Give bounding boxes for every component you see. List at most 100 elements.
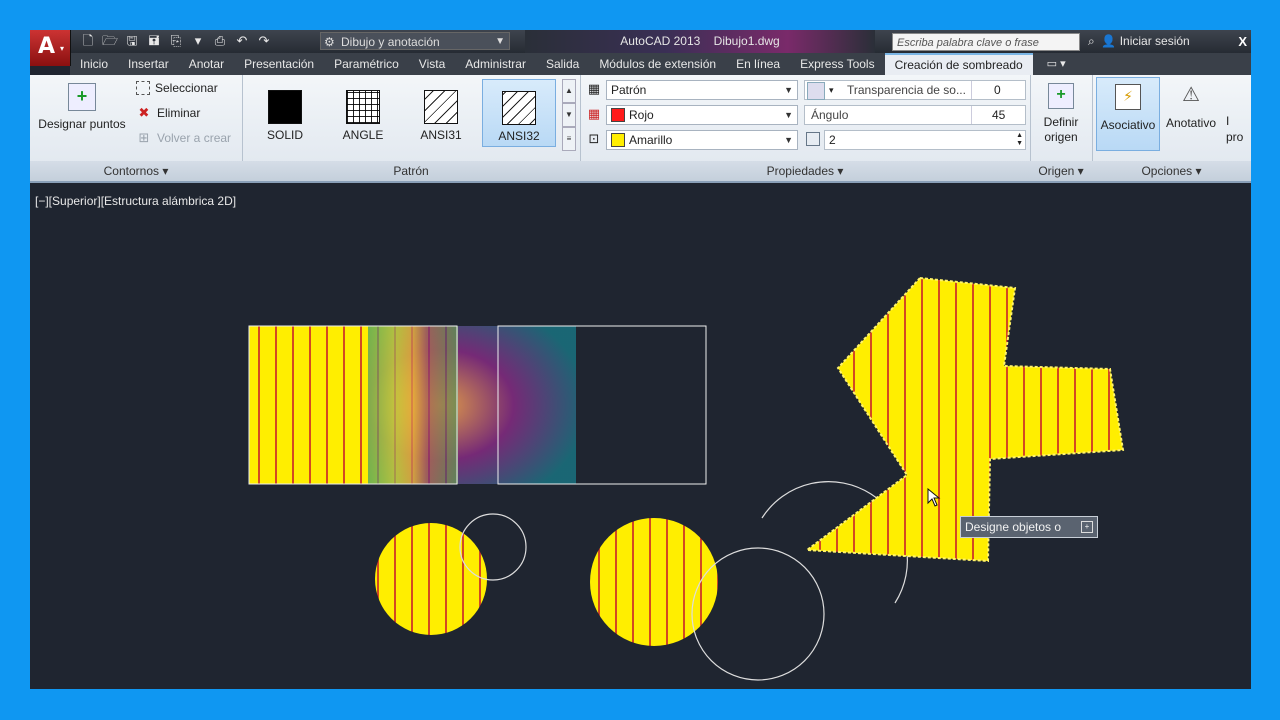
designar-puntos-button[interactable]: + Designar puntos xyxy=(34,83,130,131)
background-color-select[interactable]: Amarillo ▼ xyxy=(606,130,798,150)
search-input[interactable]: Escriba palabra clave o frase xyxy=(892,33,1080,51)
angle-swatch-icon xyxy=(346,90,380,124)
origen-panel-title[interactable]: Origen ▾ xyxy=(1030,161,1092,181)
panel-patron: SOLID ANGLE ANSI31 ANSI32 ▲ ▼ ≡ Patrón xyxy=(242,75,581,181)
seleccionar-button[interactable]: Seleccionar xyxy=(136,78,218,98)
pattern-label: ANGLE xyxy=(342,128,384,142)
undo-icon[interactable]: ↶ xyxy=(234,33,250,49)
sign-in-button[interactable]: ⌕ 👤 Iniciar sesión xyxy=(1088,30,1190,53)
publish-icon[interactable]: ⎘ xyxy=(168,33,184,49)
hatched-circle[interactable] xyxy=(375,523,487,635)
contornos-panel-title[interactable]: Contornos ▾ xyxy=(30,161,242,181)
chevron-down-icon: ▼ xyxy=(784,85,793,95)
chevron-down-icon: ▼ xyxy=(784,110,793,120)
pattern-label: ANSI32 xyxy=(498,129,540,143)
tab-creacion-sombreado[interactable]: Creación de sombreado xyxy=(884,53,1033,75)
propiedades-panel-title[interactable]: Propiedades ▾ xyxy=(580,161,1030,181)
anotativo-button[interactable]: ⚠ Anotativo xyxy=(1162,77,1220,130)
volver-a-crear-button[interactable]: ⊞ Volver a crear xyxy=(136,128,232,148)
tab-insertar[interactable]: Insertar xyxy=(118,53,179,75)
background-color-value: Amarillo xyxy=(629,133,673,147)
definir-origen-button[interactable]: + Definir origen xyxy=(1034,83,1088,145)
opciones-panel-title[interactable]: Opciones ▾ xyxy=(1092,161,1251,181)
dropdown-icon[interactable]: ▾ xyxy=(190,33,206,49)
definir-label: Definir xyxy=(1043,115,1079,129)
scroll-down-icon[interactable]: ▼ xyxy=(562,103,576,127)
pattern-solid[interactable]: SOLID xyxy=(248,79,322,147)
hatch-type-icon: ▦ xyxy=(587,81,601,96)
ansi31-swatch-icon xyxy=(424,90,458,124)
hatch-color-select[interactable]: Rojo ▼ xyxy=(606,105,798,125)
pattern-angle[interactable]: ANGLE xyxy=(326,79,400,147)
tab-express-tools[interactable]: Express Tools xyxy=(790,53,884,75)
drawing-svg xyxy=(248,276,1125,681)
add-point-icon: + xyxy=(68,83,96,111)
pattern-label: SOLID xyxy=(266,128,303,142)
mouse-cursor-icon xyxy=(927,488,941,507)
color-swatch xyxy=(611,108,625,122)
tab-vista[interactable]: Vista xyxy=(409,53,455,75)
drawing-area[interactable]: [−][Superior][Estructura alámbrica 2D] D… xyxy=(30,183,1251,689)
eliminar-button[interactable]: ✖ Eliminar xyxy=(136,103,201,123)
pattern-gallery-scroller[interactable]: ▲ ▼ ≡ xyxy=(562,79,576,151)
expand-gallery-icon[interactable]: ≡ xyxy=(562,127,576,151)
pattern-label: ANSI31 xyxy=(420,128,462,142)
print-icon[interactable]: ⎙ xyxy=(212,33,228,49)
tab-presentacion[interactable]: Presentación xyxy=(234,53,324,75)
hatched-circle[interactable] xyxy=(590,518,718,646)
set-origin-icon: + xyxy=(1048,83,1074,109)
expand-icon[interactable]: + xyxy=(1081,521,1093,533)
transparency-label: Transparencia de so... xyxy=(847,83,966,97)
tab-modulos[interactable]: Módulos de extensión xyxy=(589,53,726,75)
tab-inicio[interactable]: Inicio xyxy=(70,53,118,75)
hatched-rectangle[interactable] xyxy=(249,326,368,484)
transparency-field[interactable]: ▾ Transparencia de so... 0 xyxy=(804,80,1026,100)
hatch-type-select[interactable]: Patrón ▼ xyxy=(606,80,798,100)
tab-salida[interactable]: Salida xyxy=(536,53,589,75)
scale-field[interactable]: 2 ▲ ▼ xyxy=(824,130,1026,150)
tab-administrar[interactable]: Administrar xyxy=(455,53,536,75)
quick-access-toolbar: 🗋 🗁 🖫 🖬 ⎘ ▾ ⎙ ↶ ↷ xyxy=(80,33,272,49)
tab-en-linea[interactable]: En línea xyxy=(726,53,790,75)
scale-icon xyxy=(806,132,820,146)
tab-parametrico[interactable]: Paramétrico xyxy=(324,53,409,75)
panel-opciones: ⚡ Asociativo ⚠ Anotativo I pro Opciones … xyxy=(1092,75,1251,181)
angle-value: 45 xyxy=(971,106,1025,124)
chevron-down-icon: ▼ xyxy=(495,36,505,47)
angle-field[interactable]: Ángulo 45 xyxy=(804,105,1026,125)
workspace-label: Dibujo y anotación xyxy=(341,35,440,49)
anotativo-label: Anotativo xyxy=(1165,116,1217,130)
autocad-window: 🗋 🗁 🖫 🖬 ⎘ ▾ ⎙ ↶ ↷ ⚙ Dibujo y anotación ▼… xyxy=(30,30,1251,689)
open-icon[interactable]: 🗁 xyxy=(102,33,118,49)
redo-icon[interactable]: ↷ xyxy=(256,33,272,49)
new-file-icon[interactable]: 🗋 xyxy=(80,33,96,49)
application-menu-button[interactable]: A ▾ xyxy=(30,30,71,66)
background-color-icon: ⊡ xyxy=(588,131,600,146)
more-options-button[interactable]: I pro xyxy=(1226,113,1251,145)
spinner-icon[interactable]: ▲ ▼ xyxy=(1016,132,1023,148)
command-tooltip: Designe objetos o + xyxy=(960,516,1098,538)
chevron-down-icon: ▾ xyxy=(829,85,834,95)
panel-origen: + Definir origen Origen ▾ xyxy=(1030,75,1093,181)
save-icon[interactable]: 🖫 xyxy=(124,33,140,49)
ribbon-minimize-button[interactable]: ▭ ▾ xyxy=(1033,53,1080,75)
background-swatch xyxy=(611,133,625,147)
scroll-up-icon[interactable]: ▲ xyxy=(562,79,576,103)
asociativo-button[interactable]: ⚡ Asociativo xyxy=(1096,77,1160,151)
pattern-ansi31[interactable]: ANSI31 xyxy=(404,79,478,147)
workspace-selector[interactable]: ⚙ Dibujo y anotación ▼ xyxy=(320,32,510,50)
select-icon xyxy=(136,81,150,95)
gradient-overlap xyxy=(368,326,458,484)
designar-puntos-label: Designar puntos xyxy=(38,117,126,131)
close-button[interactable]: X xyxy=(1238,30,1247,53)
tab-anotar[interactable]: Anotar xyxy=(179,53,234,75)
title-bar: 🗋 🗁 🖫 🖬 ⎘ ▾ ⎙ ↶ ↷ ⚙ Dibujo y anotación ▼… xyxy=(30,30,1251,53)
pattern-ansi32[interactable]: ANSI32 xyxy=(482,79,556,147)
solid-swatch-icon xyxy=(268,90,302,124)
user-icon: 👤 xyxy=(1101,34,1117,48)
save-as-icon[interactable]: 🖬 xyxy=(146,33,162,49)
patron-panel-title: Patrón xyxy=(242,161,580,181)
associative-icon: ⚡ xyxy=(1115,84,1141,110)
sign-in-label: Iniciar sesión xyxy=(1119,34,1190,48)
binoculars-icon[interactable]: ⌕ xyxy=(1088,34,1095,48)
